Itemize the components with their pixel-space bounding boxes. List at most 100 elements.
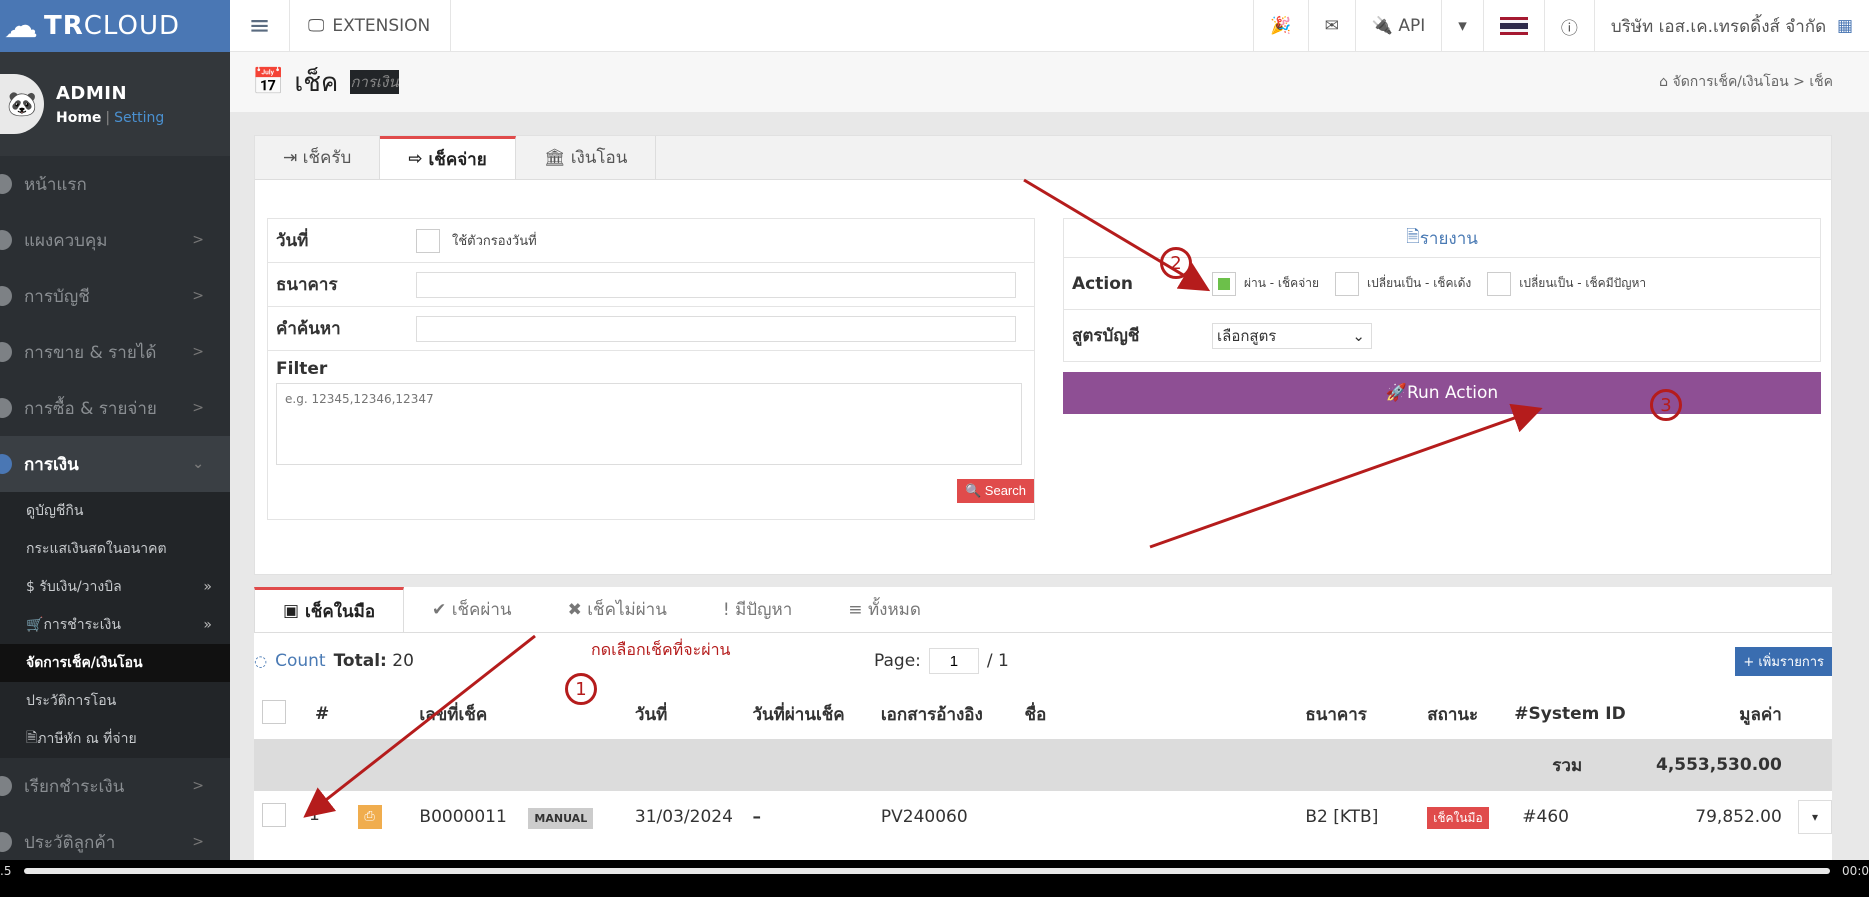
api-button[interactable]: 🔌 API bbox=[1354, 0, 1441, 52]
dollar-icon bbox=[0, 342, 12, 362]
row-checkbox[interactable] bbox=[262, 802, 286, 827]
help-icon[interactable]: ⓘ bbox=[1543, 0, 1594, 52]
setting-link[interactable]: Setting bbox=[114, 110, 164, 126]
tab-all[interactable]: ≡ ทั้งหมด bbox=[820, 587, 949, 632]
sidebar-item-billing[interactable]: เรียกชำระเงิน > bbox=[0, 758, 230, 814]
cheque-table: # เลขที่เช็ค วันที่ วันที่ผ่านเช็ค เอกสา… bbox=[254, 689, 1832, 843]
manual-badge: MANUAL bbox=[528, 808, 594, 829]
home-icon bbox=[0, 174, 12, 194]
sidebar-item-home[interactable]: หน้าแรก bbox=[0, 156, 230, 212]
filter-textarea[interactable] bbox=[276, 383, 1022, 465]
bounce-checkbox[interactable] bbox=[1335, 271, 1360, 296]
keyword-label: คำค้นหา bbox=[276, 319, 341, 339]
sidebar-item-dashboard[interactable]: แผงควบคุม > bbox=[0, 212, 230, 268]
page-subtitle: การเงิน bbox=[350, 70, 399, 94]
count-link[interactable]: Count bbox=[275, 651, 326, 671]
sidebar-item-accounting[interactable]: การบัญชี > bbox=[0, 268, 230, 324]
chevron-down-icon: ⌄ bbox=[192, 456, 204, 472]
avatar: 🐼 bbox=[0, 74, 44, 134]
search-button[interactable]: 🔍 Search bbox=[956, 479, 1034, 503]
cloud-icon: ☁ bbox=[4, 6, 38, 46]
table-row[interactable]: 1 ⎙ B0000011 MANUAL 31/03/2024 – PV24006… bbox=[254, 791, 1832, 843]
seek-bar[interactable] bbox=[24, 868, 1830, 874]
dashboard-icon bbox=[0, 230, 12, 250]
sign-in-icon: ⇥ bbox=[283, 147, 298, 168]
home-link[interactable]: Home bbox=[56, 110, 101, 126]
double-chevron-icon: » bbox=[203, 579, 212, 595]
annotation-note: กดเลือกเช็คที่จะผ่าน bbox=[591, 640, 731, 659]
keyword-input[interactable] bbox=[416, 315, 1016, 342]
formula-label: สูตรบัญชี bbox=[1072, 326, 1140, 346]
chevron-right-icon: > bbox=[192, 400, 204, 416]
bank-icon: 🏛 bbox=[543, 147, 566, 168]
main-content: 📅 เช็ค การเงิน ⌂ จัดการเช็ค/เงินโอน > เช… bbox=[230, 52, 1869, 860]
sidebar-item-purchase[interactable]: การซื้อ & รายจ่าย > bbox=[0, 380, 230, 436]
subnav-item[interactable]: ดูบัญชีกิน bbox=[0, 492, 230, 530]
chevron-right-icon: > bbox=[192, 834, 204, 850]
pass-checkbox[interactable] bbox=[1212, 271, 1236, 296]
subnav-item[interactable]: 🛒 การชำระเงิน» bbox=[0, 606, 230, 644]
select-all-checkbox[interactable] bbox=[262, 699, 286, 724]
page-input[interactable] bbox=[928, 648, 979, 674]
hamburger-menu-icon[interactable]: ≡ bbox=[230, 0, 290, 52]
run-action-button[interactable]: 🚀 Run Action bbox=[1063, 372, 1821, 414]
pager: Page: / 1 bbox=[874, 648, 1009, 674]
chevron-down-icon: ⌄ bbox=[1352, 326, 1365, 345]
extension-button[interactable]: 🖵 EXTENSION bbox=[290, 0, 452, 52]
page-header: 📅 เช็ค การเงิน ⌂ จัดการเช็ค/เงินโอน > เช… bbox=[230, 52, 1869, 112]
action-problem-option[interactable]: เปลี่ยนเป็น - เช็คมีปัญหา bbox=[1487, 271, 1646, 296]
problem-checkbox[interactable] bbox=[1487, 271, 1512, 296]
calendar-icon: 📅 bbox=[252, 67, 285, 97]
bank-label: ธนาคาร bbox=[276, 275, 338, 295]
formula-select[interactable]: เลือกสูตร ⌄ bbox=[1212, 322, 1372, 349]
subnav-item[interactable]: ประวัติการโอน bbox=[0, 682, 230, 720]
video-player-bar: .5 00:0 bbox=[0, 860, 1869, 897]
date-filter-checkbox[interactable] bbox=[416, 228, 440, 253]
date-filter-label: ใช้ตัวกรองวันที่ bbox=[452, 234, 537, 249]
tab-cheque-received[interactable]: ⇥ เช็ครับ bbox=[255, 136, 381, 179]
subnav-item[interactable]: กระแสเงินสดในอนาคต bbox=[0, 530, 230, 568]
bank-input[interactable] bbox=[416, 271, 1016, 298]
notification-icon[interactable]: 🎉 bbox=[1253, 0, 1307, 52]
logo[interactable]: ☁ TRCLOUD bbox=[0, 0, 230, 52]
refresh-icon[interactable]: ◌ bbox=[254, 652, 267, 670]
exclamation-icon: ! bbox=[722, 599, 730, 620]
company-selector[interactable]: บริษัท เอส.เค.เทรดดิ้งส์ จำกัด ▦ bbox=[1593, 0, 1869, 52]
tab-not-passed[interactable]: ✖ เช็คไม่ผ่าน bbox=[539, 587, 695, 632]
status-badge: เช็คในมือ bbox=[1427, 806, 1489, 829]
double-chevron-icon: » bbox=[203, 617, 212, 633]
user-panel: 🐼 ADMIN Home | Setting bbox=[0, 52, 230, 156]
print-icon[interactable]: ⎙ bbox=[357, 805, 382, 829]
add-item-button[interactable]: + เพิ่มรายการ bbox=[1735, 646, 1832, 676]
subnav-item[interactable]: 🗎 ภาษีหัก ณ ที่จ่าย bbox=[0, 720, 230, 758]
tab-problem[interactable]: ! มีปัญหา bbox=[694, 587, 821, 632]
tab-in-hand[interactable]: ▣ เช็คในมือ bbox=[254, 587, 405, 632]
subnav-item-current[interactable]: จัดการเช็ค/เงินโอน bbox=[0, 644, 230, 682]
plug-icon: 🔌 bbox=[1371, 16, 1393, 36]
rocket-icon: 🚀 bbox=[1385, 383, 1407, 403]
tab-cheque-paid[interactable]: ⇨ เช็คจ่าย bbox=[380, 136, 516, 179]
language-flag[interactable] bbox=[1482, 0, 1544, 52]
sidebar-item-finance[interactable]: การเงิน ⌄ bbox=[0, 436, 230, 492]
action-pass-option[interactable]: ผ่าน - เช็คจ่าย bbox=[1212, 271, 1319, 296]
list-icon: ≡ bbox=[848, 599, 863, 620]
mail-icon[interactable]: ✉ bbox=[1307, 0, 1355, 52]
sum-row: รวม 4,553,530.00 bbox=[254, 739, 1832, 791]
sign-out-icon: ⇨ bbox=[408, 149, 423, 169]
action-bounce-option[interactable]: เปลี่ยนเป็น - เช็คเด้ง bbox=[1335, 271, 1471, 296]
status-tabs: ▣ เช็คในมือ ✔ เช็คผ่าน ✖ เช็คไม่ผ่าน ! ม… bbox=[254, 587, 1832, 633]
chevron-right-icon: > bbox=[192, 778, 204, 794]
accounting-icon bbox=[0, 286, 12, 306]
sidebar-item-sales[interactable]: การขาย & รายได้ > bbox=[0, 324, 230, 380]
cart-icon: 🛒 bbox=[26, 617, 44, 633]
page-title: เช็ค bbox=[294, 67, 339, 98]
tab-transfer[interactable]: 🏛 เงินโอน bbox=[515, 136, 657, 179]
subnav-item[interactable]: $ รับเงิน/วางบิล» bbox=[0, 568, 230, 606]
cheque-list-panel: ▣ เช็คในมือ ✔ เช็คผ่าน ✖ เช็คไม่ผ่าน ! ม… bbox=[254, 587, 1832, 860]
tab-passed[interactable]: ✔ เช็คผ่าน bbox=[404, 587, 540, 632]
money-icon: ▣ bbox=[283, 601, 300, 621]
breadcrumb[interactable]: ⌂ จัดการเช็ค/เงินโอน > เช็ค bbox=[1659, 71, 1833, 93]
caret-down-icon[interactable]: ▾ bbox=[1441, 0, 1483, 52]
step-marker-1: 1 bbox=[565, 673, 597, 705]
row-dropdown-button[interactable]: ▾ bbox=[1798, 800, 1832, 834]
